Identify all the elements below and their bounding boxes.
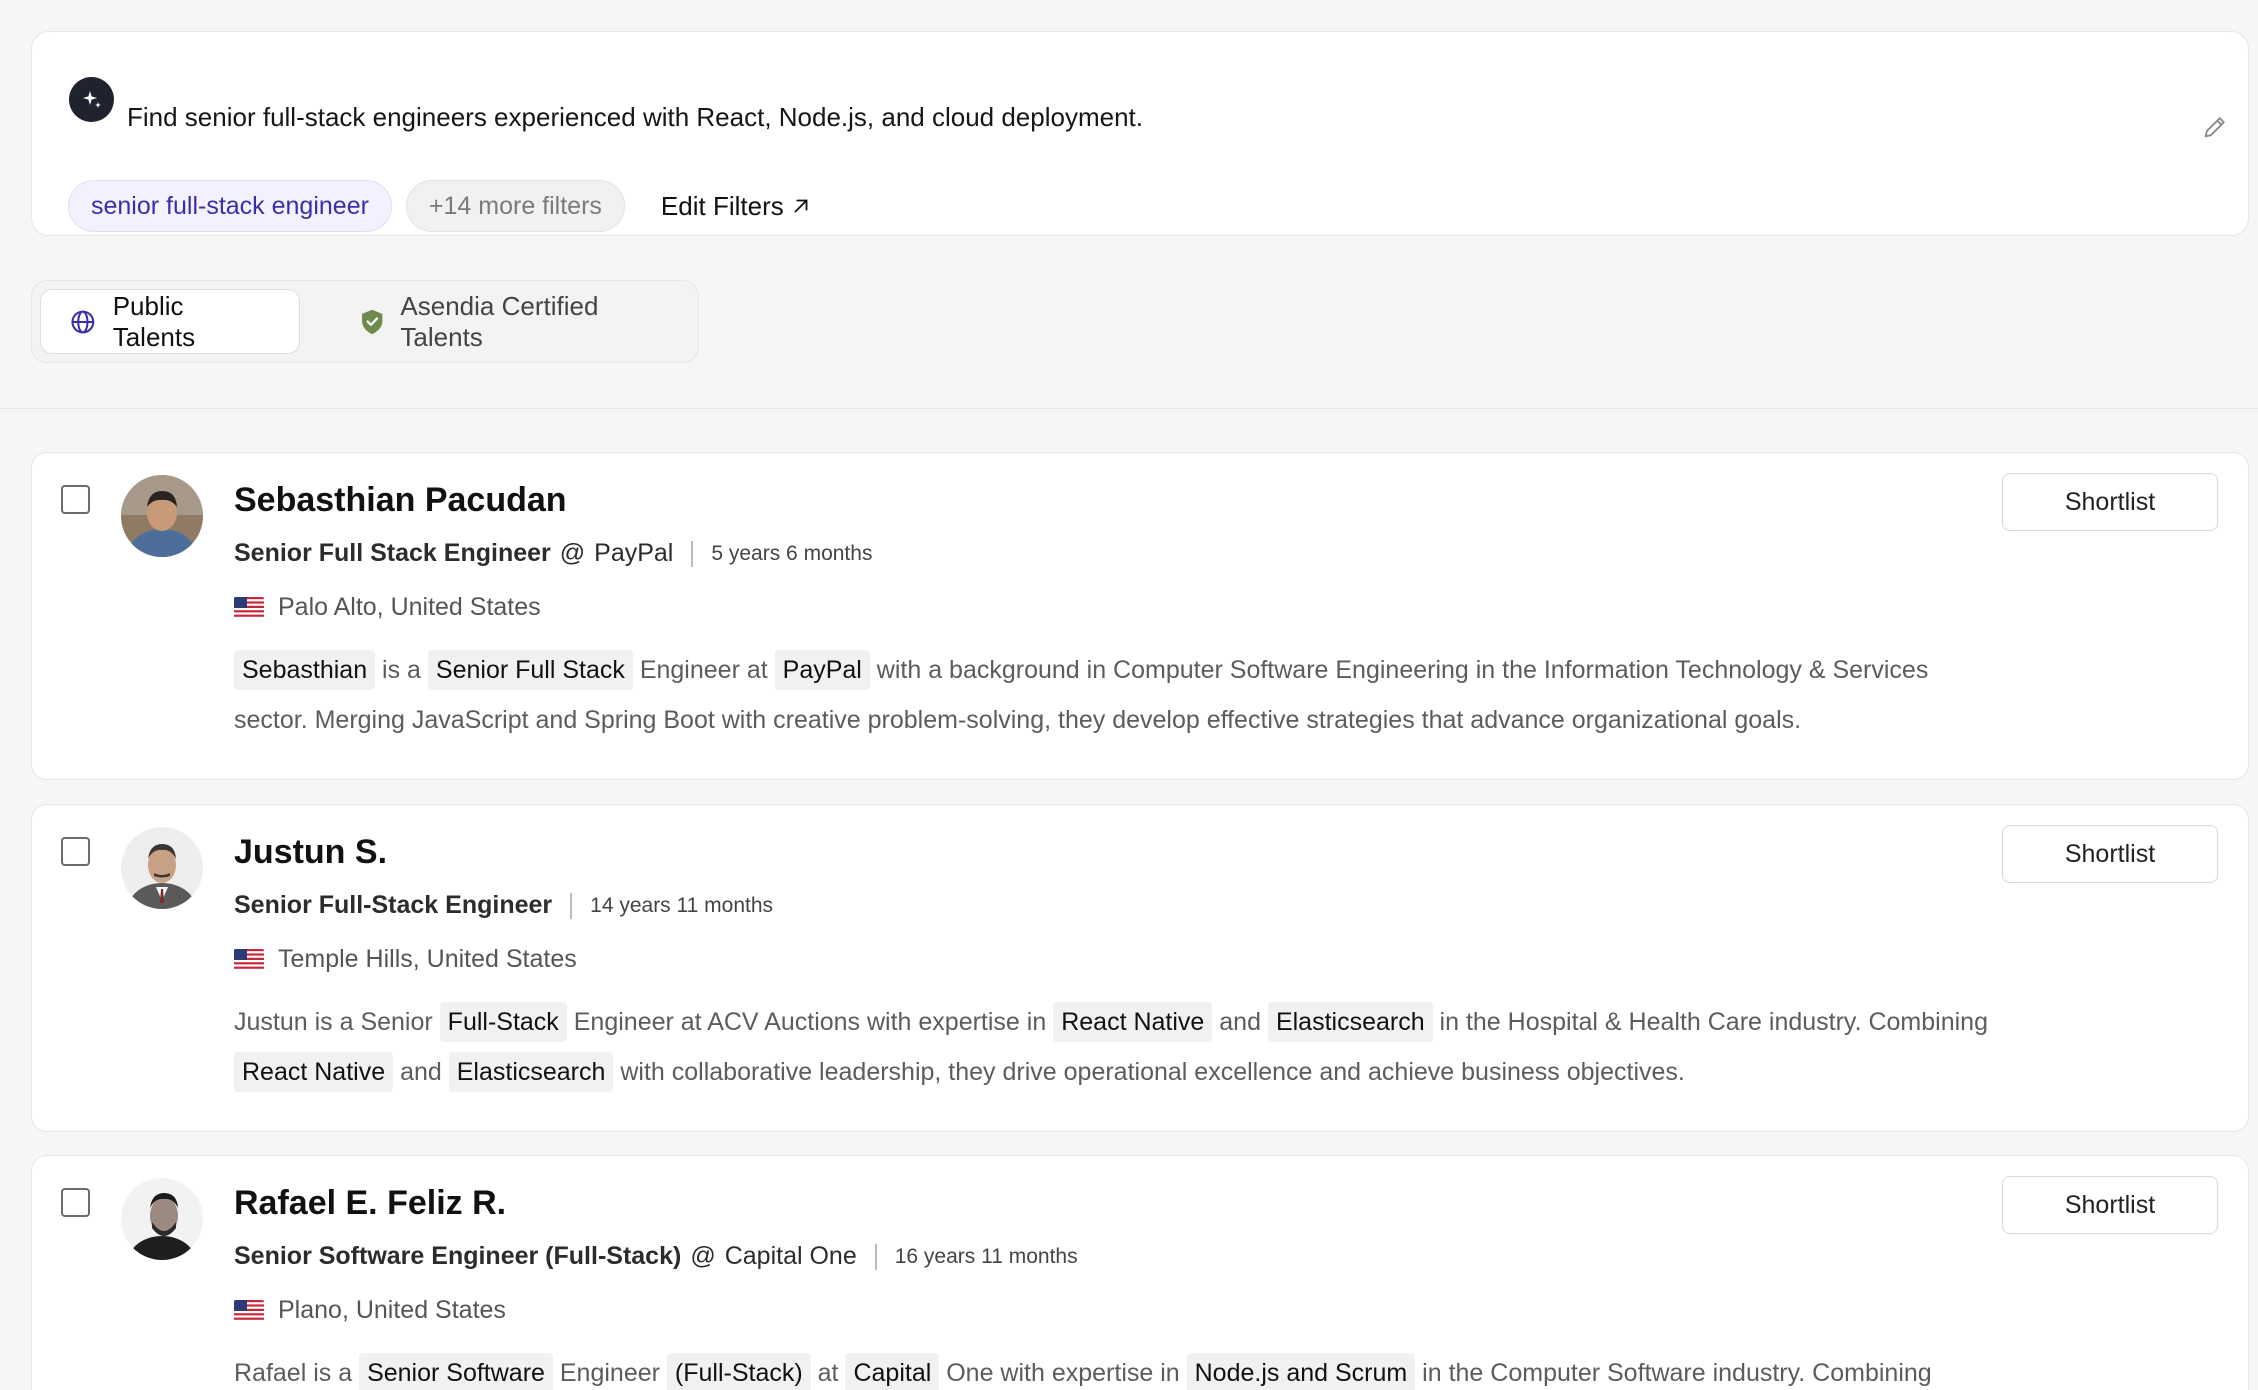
us-flag-icon bbox=[234, 948, 264, 971]
us-flag-icon bbox=[234, 1299, 264, 1322]
pencil-icon[interactable] bbox=[2200, 112, 2230, 142]
candidate-role: Senior Full Stack Engineer bbox=[234, 539, 551, 567]
filter-chips: senior full-stack engineer +14 more filt… bbox=[68, 180, 812, 232]
shield-check-icon bbox=[362, 309, 383, 334]
candidate-name[interactable]: Rafael E. Feliz R. bbox=[234, 1184, 506, 1223]
location-text: Palo Alto, United States bbox=[278, 593, 541, 621]
candidate-card: Sebasthian Pacudan Senior Full Stack Eng… bbox=[31, 452, 2249, 780]
filter-chip-role[interactable]: senior full-stack engineer bbox=[68, 180, 392, 232]
location-text: Plano, United States bbox=[278, 1296, 506, 1324]
summary-text: Engineer at bbox=[632, 656, 775, 684]
keyword-highlight: React Native bbox=[1053, 1002, 1213, 1042]
summary-text: Rafael is a bbox=[234, 1359, 360, 1387]
candidate-name[interactable]: Justun S. bbox=[234, 833, 387, 872]
summary-text: Justun is a Senior bbox=[234, 1008, 440, 1036]
tab-certified-label: Asendia Certified Talents bbox=[400, 290, 599, 352]
keyword-highlight: Elasticsearch bbox=[448, 1052, 614, 1092]
select-candidate-checkbox[interactable] bbox=[61, 485, 90, 514]
summary-text: in the Computer Software industry. Combi… bbox=[1415, 1359, 1932, 1387]
candidate-role: Senior Full-Stack Engineer bbox=[234, 891, 553, 919]
keyword-highlight: Full-Stack bbox=[439, 1002, 567, 1042]
summary-text: One with expertise in bbox=[939, 1359, 1187, 1387]
company-separator: @ bbox=[559, 539, 586, 567]
summary-text: is a bbox=[375, 656, 428, 684]
divider bbox=[874, 1243, 877, 1270]
divider bbox=[570, 892, 573, 919]
search-prompt-text: Find senior full-stack engineers experie… bbox=[127, 102, 1143, 132]
tab-public-label: Public Talents bbox=[112, 290, 196, 352]
candidate-tenure: 16 years 11 months bbox=[894, 1244, 1078, 1268]
keyword-highlight: Sebasthian bbox=[234, 650, 376, 690]
role-line: Senior Software Engineer (Full-Stack) @ … bbox=[234, 1242, 1078, 1271]
tab-public-talents[interactable]: Public Talents bbox=[40, 289, 300, 354]
sparkle-icon bbox=[69, 77, 114, 122]
summary-text: Engineer at ACV Auctions with expertise … bbox=[566, 1008, 1054, 1036]
candidate-summary: Justun is a Senior Full-Stack Engineer a… bbox=[234, 997, 1994, 1097]
keyword-highlight: Senior Software bbox=[359, 1353, 553, 1390]
talent-source-tabs: Public Talents Asendia Certified Talents bbox=[31, 280, 699, 363]
role-line: Senior Full-Stack Engineer 14 years 11 m… bbox=[234, 891, 773, 920]
keyword-highlight: Capital bbox=[845, 1353, 940, 1390]
keyword-highlight: Node.js and Scrum bbox=[1186, 1353, 1416, 1390]
candidate-location: Plano, United States bbox=[234, 1296, 506, 1325]
edit-filters-label: Edit Filters bbox=[660, 190, 784, 221]
summary-text: and bbox=[393, 1058, 449, 1086]
tab-certified-talents[interactable]: Asendia Certified Talents bbox=[332, 289, 698, 354]
us-flag-icon bbox=[234, 596, 264, 619]
candidate-card: Rafael E. Feliz R. Senior Software Engin… bbox=[31, 1155, 2249, 1390]
summary-text: with collaborative leadership, they driv… bbox=[613, 1058, 1685, 1086]
candidate-company: Capital One bbox=[724, 1242, 857, 1270]
company-separator: @ bbox=[690, 1242, 716, 1270]
candidate-tenure: 14 years 11 months bbox=[590, 893, 774, 917]
avatar bbox=[121, 475, 203, 557]
summary-text: in the Hospital & Health Care industry. … bbox=[1432, 1008, 1988, 1036]
candidate-summary: Sebasthian is a Senior Full Stack Engine… bbox=[234, 645, 1994, 745]
section-divider bbox=[0, 408, 2258, 409]
candidate-tenure: 5 years 6 months bbox=[711, 541, 873, 565]
candidate-name[interactable]: Sebasthian Pacudan bbox=[234, 481, 567, 520]
location-text: Temple Hills, United States bbox=[278, 945, 577, 973]
shortlist-button[interactable]: Shortlist bbox=[2002, 473, 2218, 531]
divider bbox=[691, 540, 694, 567]
more-filters-chip[interactable]: +14 more filters bbox=[405, 180, 625, 232]
summary-text: at bbox=[810, 1359, 846, 1387]
candidate-location: Palo Alto, United States bbox=[234, 593, 541, 622]
avatar bbox=[121, 1178, 203, 1260]
candidate-summary: Rafael is a Senior Software Engineer (Fu… bbox=[234, 1348, 1994, 1390]
keyword-highlight: Elasticsearch bbox=[1267, 1002, 1433, 1042]
candidate-company: PayPal bbox=[594, 539, 674, 567]
select-candidate-checkbox[interactable] bbox=[61, 837, 90, 866]
role-line: Senior Full Stack Engineer @ PayPal 5 ye… bbox=[234, 539, 872, 568]
search-query-card: Find senior full-stack engineers experie… bbox=[31, 31, 2249, 236]
summary-text: and bbox=[1212, 1008, 1268, 1036]
keyword-highlight: (Full-Stack) bbox=[666, 1353, 811, 1390]
select-candidate-checkbox[interactable] bbox=[61, 1188, 90, 1217]
globe-icon bbox=[71, 310, 95, 333]
shortlist-button[interactable]: Shortlist bbox=[2002, 825, 2218, 883]
edit-filters-link[interactable]: Edit Filters bbox=[661, 191, 812, 222]
shortlist-button[interactable]: Shortlist bbox=[2002, 1176, 2218, 1234]
avatar bbox=[121, 827, 203, 909]
arrow-up-right-icon bbox=[794, 199, 808, 213]
candidate-card: Justun S. Senior Full-Stack Engineer 14 … bbox=[31, 804, 2249, 1132]
keyword-highlight: React Native bbox=[234, 1052, 394, 1092]
candidate-role: Senior Software Engineer (Full-Stack) bbox=[234, 1242, 682, 1270]
keyword-highlight: PayPal bbox=[774, 650, 870, 690]
keyword-highlight: Senior Full Stack bbox=[427, 650, 633, 690]
candidate-location: Temple Hills, United States bbox=[234, 945, 577, 974]
summary-text: Engineer bbox=[552, 1359, 667, 1387]
